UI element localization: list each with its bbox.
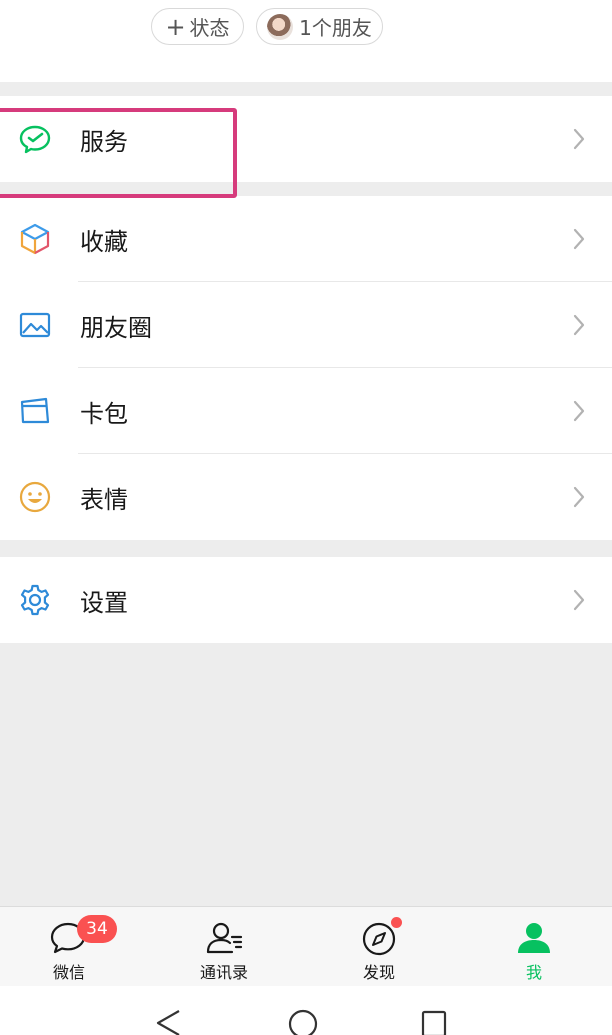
chevron-right-icon: [573, 314, 585, 336]
tab-me[interactable]: 我: [484, 907, 584, 987]
status-label: 状态: [189, 16, 230, 40]
chevron-right-icon: [573, 589, 585, 611]
settings-group: 设置: [0, 557, 612, 643]
menu-label-stickers: 表情: [80, 485, 128, 514]
chat-bubble-icon: 34: [49, 915, 117, 957]
menu-label-moments: 朋友圈: [80, 313, 152, 342]
avatar: [267, 13, 294, 40]
cube-icon: [18, 222, 52, 256]
menu-label-settings: 设置: [80, 588, 128, 617]
tab-discover[interactable]: 发现: [329, 907, 429, 987]
smiley-icon: [18, 480, 52, 514]
tab-label-discover: 发现: [362, 963, 395, 982]
notification-dot: [391, 917, 402, 928]
home-icon[interactable]: [287, 1008, 319, 1035]
back-icon[interactable]: [153, 1008, 183, 1035]
plus-icon: +: [165, 12, 186, 41]
friends-button[interactable]: 1个朋友: [256, 8, 383, 45]
gear-icon: [18, 583, 52, 617]
card-icon: [18, 394, 52, 428]
tab-bar: 34 微信 通讯录 发现 我: [0, 906, 612, 986]
menu-item-cards[interactable]: 卡包: [0, 368, 612, 454]
person-icon: [514, 919, 554, 957]
menu-item-settings[interactable]: 设置: [0, 557, 612, 643]
chevron-right-icon: [573, 400, 585, 422]
chevron-right-icon: [573, 228, 585, 250]
image-icon: [18, 308, 52, 342]
unread-badge: 34: [77, 915, 117, 943]
contacts-icon: [204, 919, 244, 957]
menu-label-favorites: 收藏: [80, 227, 128, 256]
menu-item-favorites[interactable]: 收藏: [0, 196, 612, 282]
recents-icon[interactable]: [420, 1008, 448, 1035]
chevron-right-icon: [573, 128, 585, 150]
system-nav-bar: [0, 986, 612, 1035]
main-menu-group: 收藏 朋友圈 卡包 表情: [0, 196, 612, 540]
tab-label-me: 我: [525, 963, 542, 982]
menu-item-stickers[interactable]: 表情: [0, 454, 612, 540]
menu-label-cards: 卡包: [80, 399, 128, 428]
highlight-box: [0, 108, 237, 198]
tab-label-contacts: 通讯录: [199, 963, 248, 982]
tab-contacts[interactable]: 通讯录: [174, 907, 274, 987]
tab-chats[interactable]: 34 微信: [19, 907, 119, 987]
menu-item-moments[interactable]: 朋友圈: [0, 282, 612, 368]
tab-label-chats: 微信: [52, 963, 85, 982]
compass-icon: [359, 917, 402, 957]
profile-header: + 状态 1个朋友: [0, 0, 612, 82]
friends-label: 1个朋友: [299, 16, 372, 40]
chevron-right-icon: [573, 486, 585, 508]
status-button[interactable]: + 状态: [151, 8, 244, 45]
